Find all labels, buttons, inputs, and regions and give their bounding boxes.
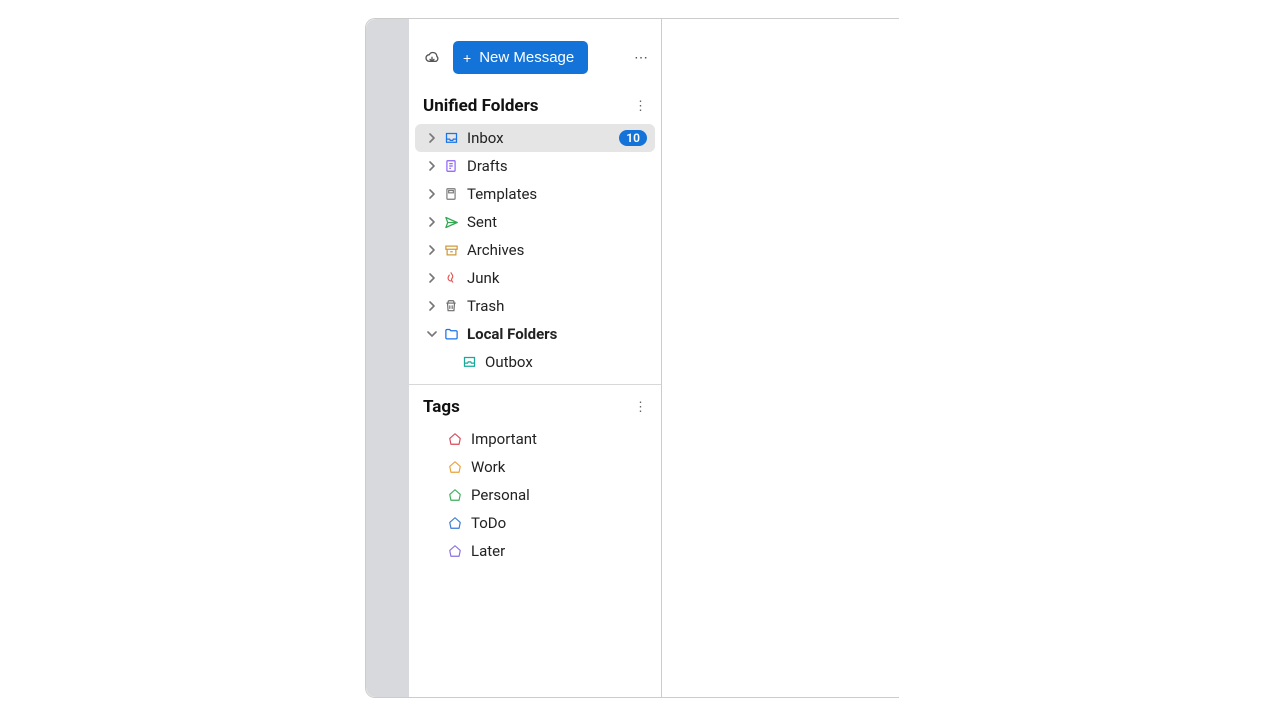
folder-list: Inbox 10 Drafts Templates bbox=[409, 120, 661, 380]
folders-options-button[interactable]: ⋮ bbox=[634, 100, 647, 113]
sent-icon bbox=[443, 214, 459, 230]
folder-label: Drafts bbox=[467, 157, 647, 175]
trash-icon bbox=[443, 298, 459, 314]
new-message-label: New Message bbox=[479, 49, 574, 66]
tag-personal[interactable]: Personal bbox=[415, 481, 655, 509]
plus-icon: + bbox=[463, 51, 471, 65]
tag-list: Important Work Personal ToDo bbox=[409, 421, 661, 569]
tag-label: Work bbox=[471, 458, 647, 476]
tag-icon bbox=[447, 515, 463, 531]
tags-options-button[interactable]: ⋮ bbox=[634, 401, 647, 414]
new-message-button[interactable]: + New Message bbox=[453, 41, 588, 74]
chevron-right-icon[interactable] bbox=[425, 271, 439, 285]
folder-label: Inbox bbox=[467, 129, 619, 147]
divider bbox=[409, 384, 661, 385]
folder-local-folders[interactable]: Local Folders bbox=[415, 320, 655, 348]
tag-icon bbox=[447, 487, 463, 503]
spacer bbox=[443, 355, 457, 369]
spaces-toolbar bbox=[366, 19, 409, 697]
folder-label: Outbox bbox=[485, 353, 647, 371]
drafts-icon bbox=[443, 158, 459, 174]
chevron-right-icon[interactable] bbox=[425, 159, 439, 173]
junk-icon bbox=[443, 270, 459, 286]
app-frame: + New Message ⋯ Unified Folders ⋮ Inbox … bbox=[365, 18, 899, 698]
folder-label: Junk bbox=[467, 269, 647, 287]
folder-junk[interactable]: Junk bbox=[415, 264, 655, 292]
unread-badge: 10 bbox=[619, 130, 647, 146]
chevron-right-icon[interactable] bbox=[425, 299, 439, 313]
tag-icon bbox=[447, 431, 463, 447]
templates-icon bbox=[443, 186, 459, 202]
archives-icon bbox=[443, 242, 459, 258]
folder-inbox[interactable]: Inbox 10 bbox=[415, 124, 655, 152]
inbox-icon bbox=[443, 130, 459, 146]
folder-templates[interactable]: Templates bbox=[415, 180, 655, 208]
folders-header: Unified Folders ⋮ bbox=[409, 94, 661, 120]
chevron-right-icon[interactable] bbox=[425, 187, 439, 201]
folder-label: Sent bbox=[467, 213, 647, 231]
folder-trash[interactable]: Trash bbox=[415, 292, 655, 320]
chevron-down-icon[interactable] bbox=[425, 327, 439, 341]
folder-archives[interactable]: Archives bbox=[415, 236, 655, 264]
tag-label: Later bbox=[471, 542, 647, 560]
folder-icon bbox=[443, 326, 459, 342]
tags-title: Tags bbox=[423, 397, 460, 417]
tag-important[interactable]: Important bbox=[415, 425, 655, 453]
folder-toolbar: + New Message ⋯ bbox=[409, 41, 661, 88]
tag-label: Important bbox=[471, 430, 647, 448]
tag-icon bbox=[447, 459, 463, 475]
tag-label: Personal bbox=[471, 486, 647, 504]
folder-label: Templates bbox=[467, 185, 647, 203]
tag-icon bbox=[447, 543, 463, 559]
chevron-right-icon[interactable] bbox=[425, 131, 439, 145]
content-area bbox=[662, 19, 899, 697]
tag-label: ToDo bbox=[471, 514, 647, 532]
folder-pane: + New Message ⋯ Unified Folders ⋮ Inbox … bbox=[409, 19, 662, 697]
folder-outbox[interactable]: Outbox bbox=[415, 348, 655, 376]
folders-title: Unified Folders bbox=[423, 96, 539, 116]
folder-label: Trash bbox=[467, 297, 647, 315]
more-actions-button[interactable]: ⋯ bbox=[634, 50, 649, 66]
tag-work[interactable]: Work bbox=[415, 453, 655, 481]
folder-label: Archives bbox=[467, 241, 647, 259]
folder-drafts[interactable]: Drafts bbox=[415, 152, 655, 180]
chevron-right-icon[interactable] bbox=[425, 243, 439, 257]
outbox-icon bbox=[461, 354, 477, 370]
tag-later[interactable]: Later bbox=[415, 537, 655, 565]
folder-sent[interactable]: Sent bbox=[415, 208, 655, 236]
tag-todo[interactable]: ToDo bbox=[415, 509, 655, 537]
get-messages-icon[interactable] bbox=[423, 49, 441, 67]
tags-header: Tags ⋮ bbox=[409, 395, 661, 421]
folder-label: Local Folders bbox=[467, 325, 647, 343]
chevron-right-icon[interactable] bbox=[425, 215, 439, 229]
